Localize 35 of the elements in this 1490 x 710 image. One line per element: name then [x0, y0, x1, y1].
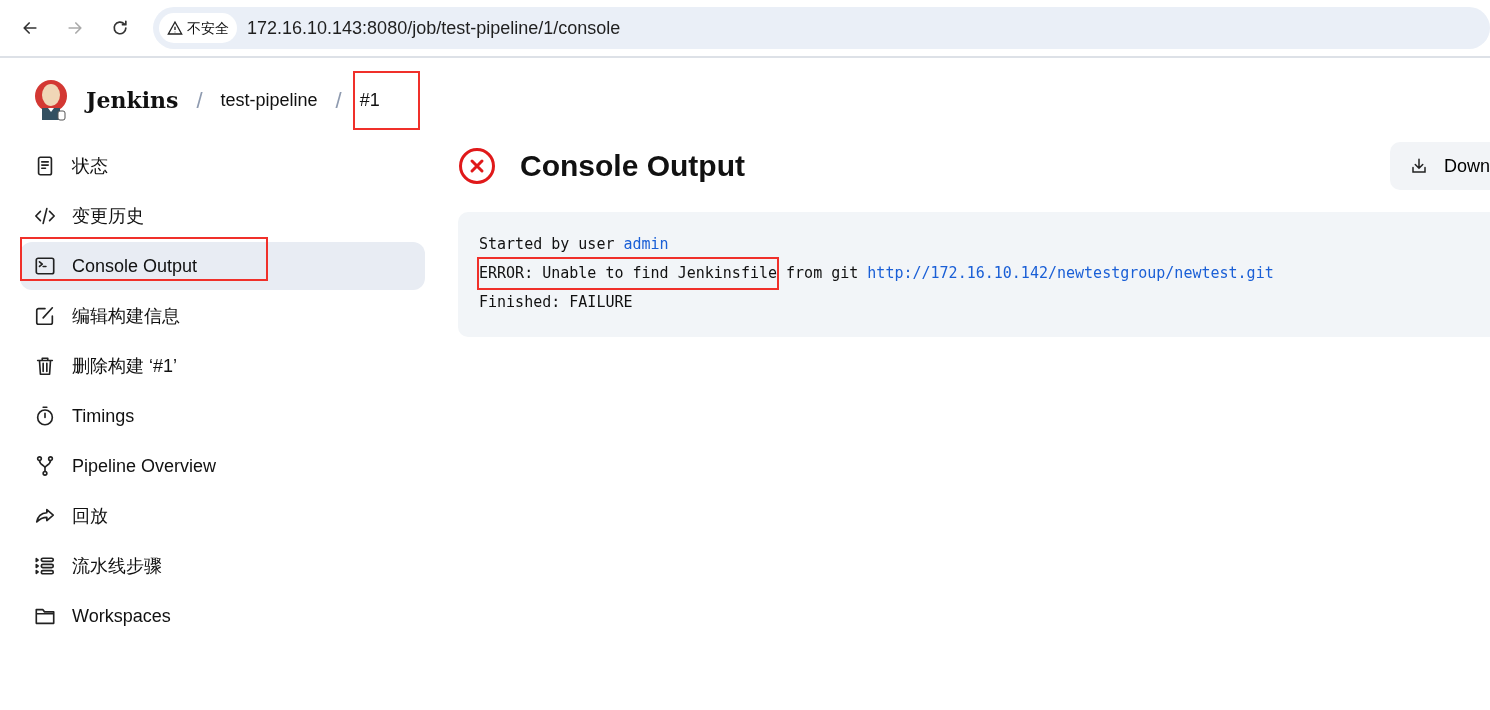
url-text: 172.16.10.143:8080/job/test-pipeline/1/console — [247, 16, 621, 40]
sidebar-item[interactable]: 流水线步骤 — [20, 542, 425, 590]
warning-icon — [167, 20, 183, 36]
sidebar-item[interactable]: Timings — [20, 392, 425, 440]
stopwatch-icon — [34, 405, 56, 427]
sidebar-item[interactable]: 状态 — [20, 142, 425, 190]
sidebar-item[interactable]: 删除构建 ‘#1’ — [20, 342, 425, 390]
sidebar-item[interactable]: 变更历史 — [20, 192, 425, 240]
trash-icon — [34, 355, 56, 377]
brand-link[interactable]: Jenkins — [86, 83, 179, 117]
edit-icon — [34, 305, 56, 327]
download-button[interactable]: Down — [1389, 142, 1490, 190]
page-title: Console Output — [520, 148, 745, 184]
sidebar-item[interactable]: Workspaces — [20, 592, 425, 640]
console-link[interactable]: http://172.16.10.142/newtestgroup/newtest.git — [867, 259, 1274, 288]
branch-icon — [34, 455, 56, 477]
code-icon — [34, 205, 56, 227]
terminal-icon — [34, 255, 56, 277]
steps-icon — [34, 555, 56, 577]
breadcrumb-link[interactable]: #1 — [354, 72, 418, 128]
address-bar[interactable]: 不安全 172.16.10.143:8080/job/test-pipeline/1/console — [153, 7, 1490, 49]
highlighted-text: ERROR: Unable to find Jenkinsfile — [479, 259, 777, 288]
console-text: Finished: FAILURE — [479, 292, 633, 313]
console-link[interactable]: admin — [623, 230, 669, 259]
breadcrumb-link[interactable]: test-pipeline — [220, 86, 318, 114]
console-text: from git — [785, 263, 860, 284]
sidebar-item[interactable]: 回放 — [20, 492, 425, 540]
security-chip[interactable]: 不安全 — [159, 13, 237, 43]
download-icon — [1409, 157, 1428, 175]
breadcrumb-separator: / — [335, 86, 342, 115]
breadcrumb-separator: / — [196, 86, 203, 115]
sidebar-item[interactable]: Pipeline Overview — [20, 442, 425, 490]
sidebar-item[interactable]: 编辑构建信息 — [20, 292, 425, 340]
console-text: Started by user — [479, 234, 616, 255]
reload-icon[interactable] — [110, 18, 130, 38]
